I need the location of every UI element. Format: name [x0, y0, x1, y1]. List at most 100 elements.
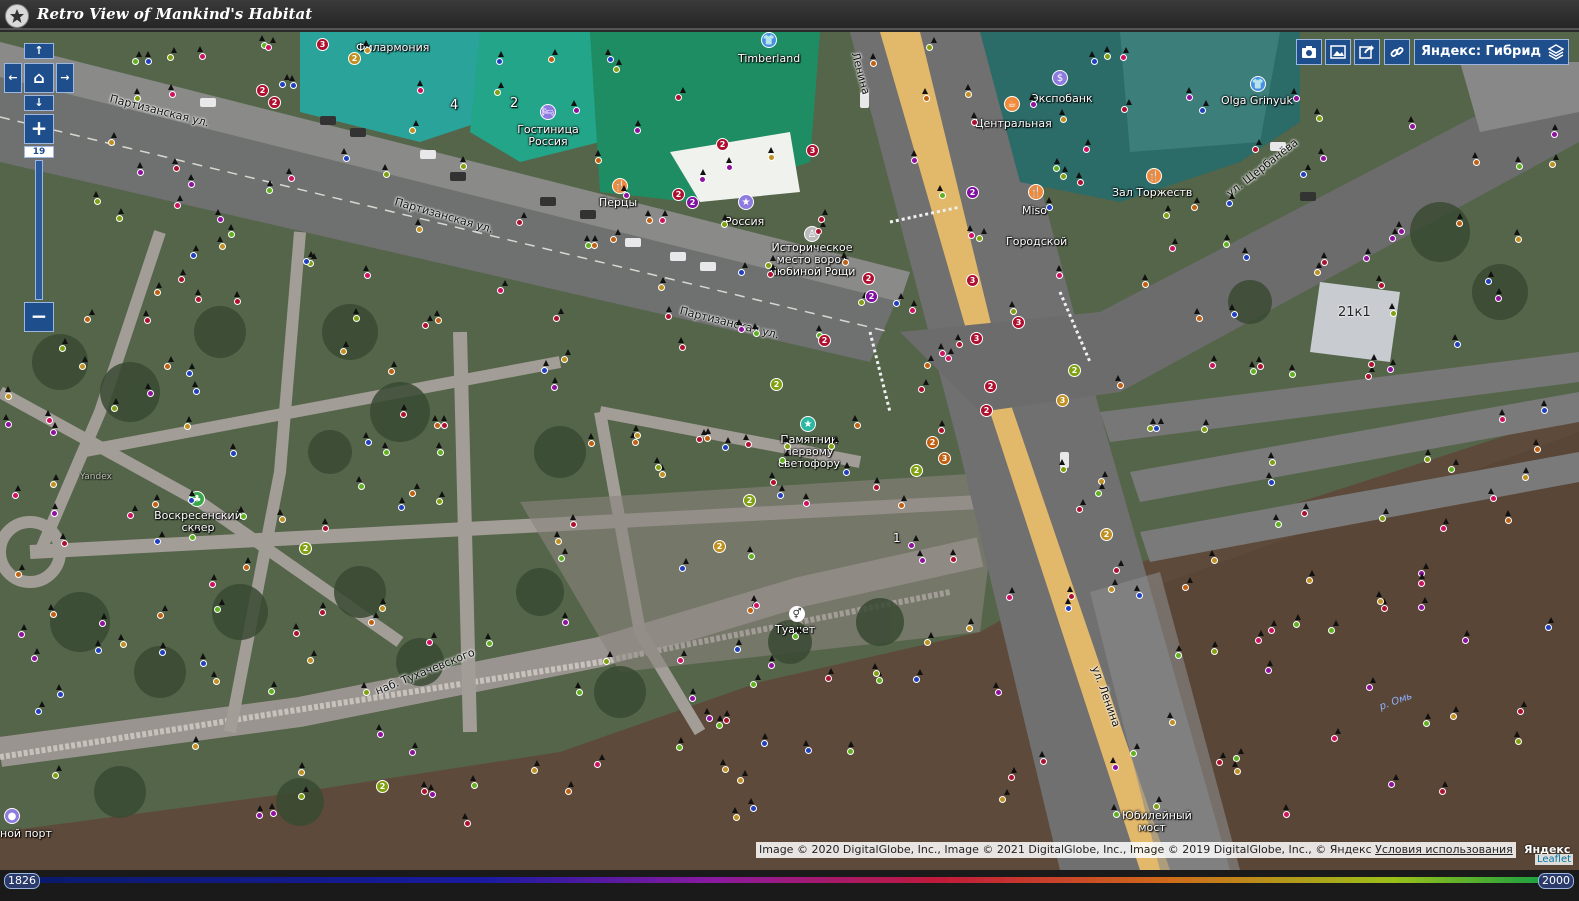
photo-marker[interactable] [1462, 637, 1469, 644]
photo-marker[interactable] [61, 540, 68, 547]
photo-marker[interactable] [188, 497, 195, 504]
photo-marker[interactable] [99, 620, 106, 627]
photo-marker[interactable] [722, 444, 729, 451]
photo-marker[interactable] [676, 744, 683, 751]
photo-marker[interactable] [1387, 366, 1394, 373]
photo-marker[interactable] [634, 127, 641, 134]
photo-marker[interactable] [1418, 604, 1425, 611]
photo-marker[interactable] [421, 788, 428, 795]
photo-marker[interactable] [353, 315, 360, 322]
photo-marker[interactable] [1366, 684, 1373, 691]
photo-marker[interactable] [704, 435, 711, 442]
photo-marker[interactable] [437, 449, 444, 456]
photo-marker[interactable] [1046, 204, 1053, 211]
label-port[interactable]: ной порт [0, 828, 52, 840]
photo-marker[interactable] [298, 769, 305, 776]
photo-marker[interactable] [1505, 517, 1512, 524]
photo-marker[interactable] [1175, 652, 1182, 659]
photo-marker[interactable] [738, 269, 745, 276]
photo-marker[interactable] [1473, 159, 1480, 166]
photo-marker[interactable] [363, 689, 370, 696]
photo-marker[interactable] [1522, 474, 1529, 481]
photo-marker[interactable] [531, 767, 538, 774]
photo-marker[interactable] [1418, 580, 1425, 587]
photo-marker[interactable] [1379, 515, 1386, 522]
photo-marker[interactable] [607, 56, 614, 63]
photo-marker[interactable] [358, 483, 365, 490]
photo-marker[interactable] [1234, 768, 1241, 775]
photo-marker[interactable] [843, 469, 850, 476]
photo-marker[interactable] [422, 322, 429, 329]
photo-marker[interactable] [343, 155, 350, 162]
photo-cluster-marker[interactable]: 3 [316, 38, 329, 51]
photo-marker[interactable] [441, 422, 448, 429]
photo-marker[interactable] [377, 731, 384, 738]
photo-marker[interactable] [689, 695, 696, 702]
photo-marker[interactable] [214, 606, 221, 613]
photo-marker[interactable] [1030, 101, 1037, 108]
photo-marker[interactable] [753, 330, 760, 337]
photo-marker[interactable] [784, 443, 791, 450]
photo-marker[interactable] [679, 565, 686, 572]
photo-marker[interactable] [1293, 95, 1300, 102]
photo-marker[interactable] [50, 429, 57, 436]
photo-marker[interactable] [1008, 774, 1015, 781]
photo-marker[interactable] [120, 641, 127, 648]
photo-marker[interactable] [939, 350, 946, 357]
photo-marker[interactable] [767, 271, 774, 278]
photo-marker[interactable] [307, 657, 314, 664]
photo-marker[interactable] [1424, 456, 1431, 463]
photo-marker[interactable] [805, 747, 812, 754]
photo-marker[interactable] [79, 363, 86, 370]
photo-marker[interactable] [5, 393, 12, 400]
photo-marker[interactable] [460, 163, 467, 170]
photo-cluster-marker[interactable]: 2 [672, 188, 685, 201]
photo-marker[interactable] [1289, 371, 1296, 378]
photo-marker[interactable] [322, 525, 329, 532]
photo-marker[interactable] [137, 169, 144, 176]
photo-marker[interactable] [1209, 362, 1216, 369]
star-logo-icon[interactable] [5, 4, 29, 28]
photo-marker[interactable] [945, 355, 952, 362]
photo-marker[interactable] [1485, 278, 1492, 285]
photo-marker[interactable] [243, 564, 250, 571]
label-ekspobank[interactable]: Экспобанк [1031, 93, 1093, 105]
photo-marker[interactable] [745, 441, 752, 448]
photo-marker[interactable] [591, 242, 598, 249]
photo-marker[interactable] [1398, 228, 1405, 235]
photo-marker[interactable] [516, 219, 523, 226]
photo-marker[interactable] [1252, 146, 1259, 153]
photo-marker[interactable] [1060, 466, 1067, 473]
photo-marker[interactable] [195, 296, 202, 303]
photo-marker[interactable] [303, 258, 310, 265]
photo-marker[interactable] [240, 513, 247, 520]
photo-marker[interactable] [15, 571, 22, 578]
photo-cluster-marker[interactable]: 2 [256, 84, 269, 97]
photo-marker[interactable] [913, 676, 920, 683]
photo-marker[interactable] [417, 87, 424, 94]
layer-selector-button[interactable]: Яндекс: Гибрид [1414, 39, 1569, 65]
photo-marker[interactable] [497, 287, 504, 294]
photo-marker[interactable] [190, 252, 197, 259]
photo-marker[interactable] [217, 216, 224, 223]
photo-marker[interactable] [551, 384, 558, 391]
leaflet-link[interactable]: Leaflet [1535, 854, 1574, 865]
photo-marker[interactable] [200, 660, 207, 667]
photo-marker[interactable] [293, 630, 300, 637]
photo-marker[interactable] [594, 761, 601, 768]
photo-marker[interactable] [924, 639, 931, 646]
photo-marker[interactable] [1108, 586, 1115, 593]
photo-cluster-marker[interactable]: 3 [806, 144, 819, 157]
photo-marker[interactable] [435, 317, 442, 324]
photo-marker[interactable] [613, 66, 620, 73]
photo-cluster-marker[interactable]: 2 [716, 138, 729, 151]
photo-marker[interactable] [1056, 272, 1063, 279]
photo-marker[interactable] [1182, 584, 1189, 591]
miso-poi-icon[interactable]: 🍴 [1028, 184, 1044, 200]
photo-marker[interactable] [734, 646, 741, 653]
photo-marker[interactable] [632, 439, 639, 446]
photo-marker[interactable] [383, 449, 390, 456]
photo-marker[interactable] [733, 814, 740, 821]
photo-marker[interactable] [1091, 58, 1098, 65]
photo-marker[interactable] [1517, 708, 1524, 715]
